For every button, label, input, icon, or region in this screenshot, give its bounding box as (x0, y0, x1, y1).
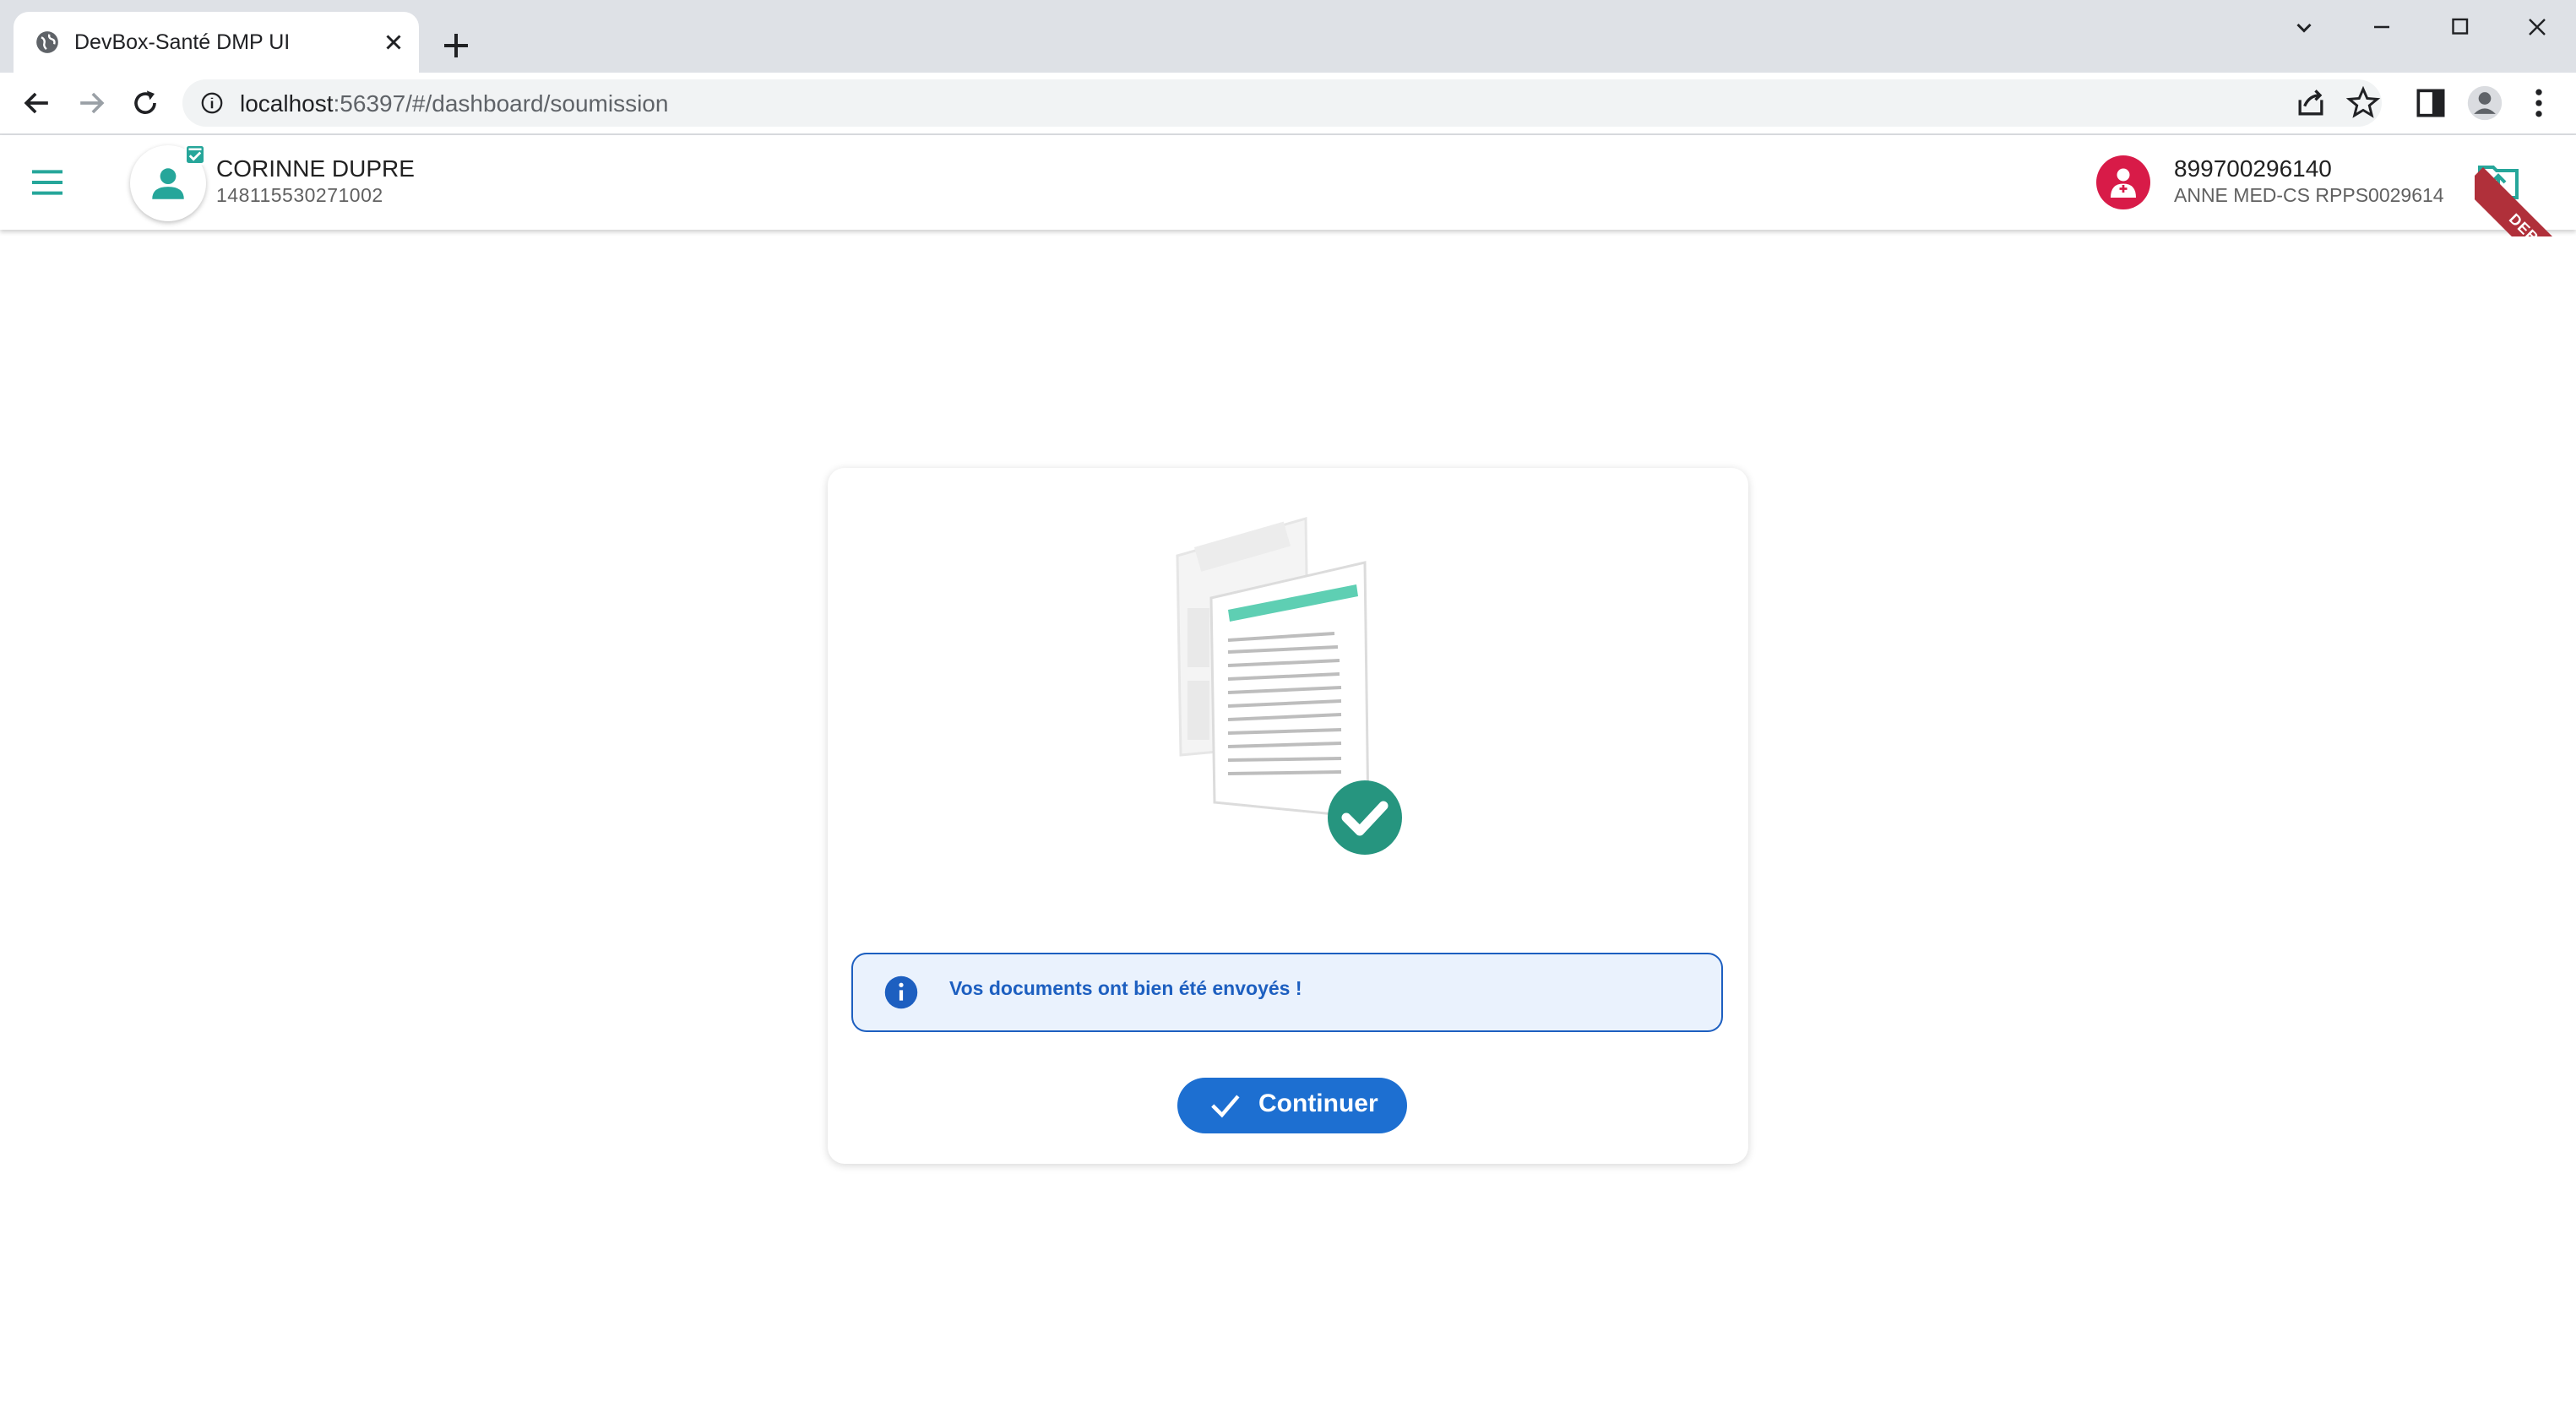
continue-button[interactable]: Continuer (1177, 1078, 1407, 1133)
share-icon[interactable] (2292, 84, 2329, 122)
doctor-icon (2111, 168, 2136, 198)
forward-arrow-icon[interactable] (73, 84, 110, 122)
url-path: :56397/#/dashboard/soumission (333, 90, 669, 117)
globe-icon (36, 31, 58, 53)
doctor-code: 899700296140 (2174, 155, 2332, 182)
patient-name: CORINNE DUPRE (216, 155, 415, 182)
back-arrow-icon[interactable] (19, 84, 56, 122)
checked-card-icon (184, 144, 206, 166)
address-bar[interactable]: localhost:56397/#/dashboard/soumission (182, 79, 2382, 127)
continue-label: Continuer (1258, 1090, 1378, 1117)
site-info-icon[interactable] (199, 90, 225, 116)
more-menu-icon[interactable] (2520, 84, 2557, 122)
debug-label: DEBUG (2475, 167, 2576, 236)
maximize-icon[interactable] (2439, 12, 2480, 42)
app-header (0, 135, 2576, 230)
doctor-avatar[interactable] (2096, 155, 2150, 209)
window-close-icon[interactable] (2517, 12, 2557, 42)
documents-sent-illustration (1176, 517, 1402, 855)
bookmark-star-icon[interactable] (2345, 84, 2382, 122)
doctor-name: ANNE MED-CS RPPS0029614 (2174, 184, 2444, 206)
success-alert: Vos documents ont bien été envoyés ! (851, 953, 1723, 1032)
tab-close-icon[interactable] (378, 27, 409, 57)
browser-tab[interactable]: DevBox-Santé DMP UI (14, 12, 419, 73)
side-panel-icon[interactable] (2412, 84, 2449, 122)
alert-message: Vos documents ont bien été envoyés ! (949, 977, 1302, 999)
minimize-icon[interactable] (2361, 12, 2402, 42)
person-icon (152, 168, 184, 199)
tab-search-icon[interactable] (2284, 12, 2324, 42)
url-host: localhost (240, 90, 334, 117)
debug-banner: DEBUG (2475, 135, 2576, 236)
reload-icon[interactable] (127, 84, 164, 122)
new-tab-icon[interactable] (436, 25, 476, 66)
menu-icon[interactable] (29, 167, 66, 198)
patient-id: 148115530271002 (216, 184, 383, 206)
profile-icon[interactable] (2466, 84, 2503, 122)
info-icon (884, 975, 918, 1009)
check-icon (1211, 1095, 1240, 1118)
tab-title: DevBox-Santé DMP UI (74, 30, 291, 54)
